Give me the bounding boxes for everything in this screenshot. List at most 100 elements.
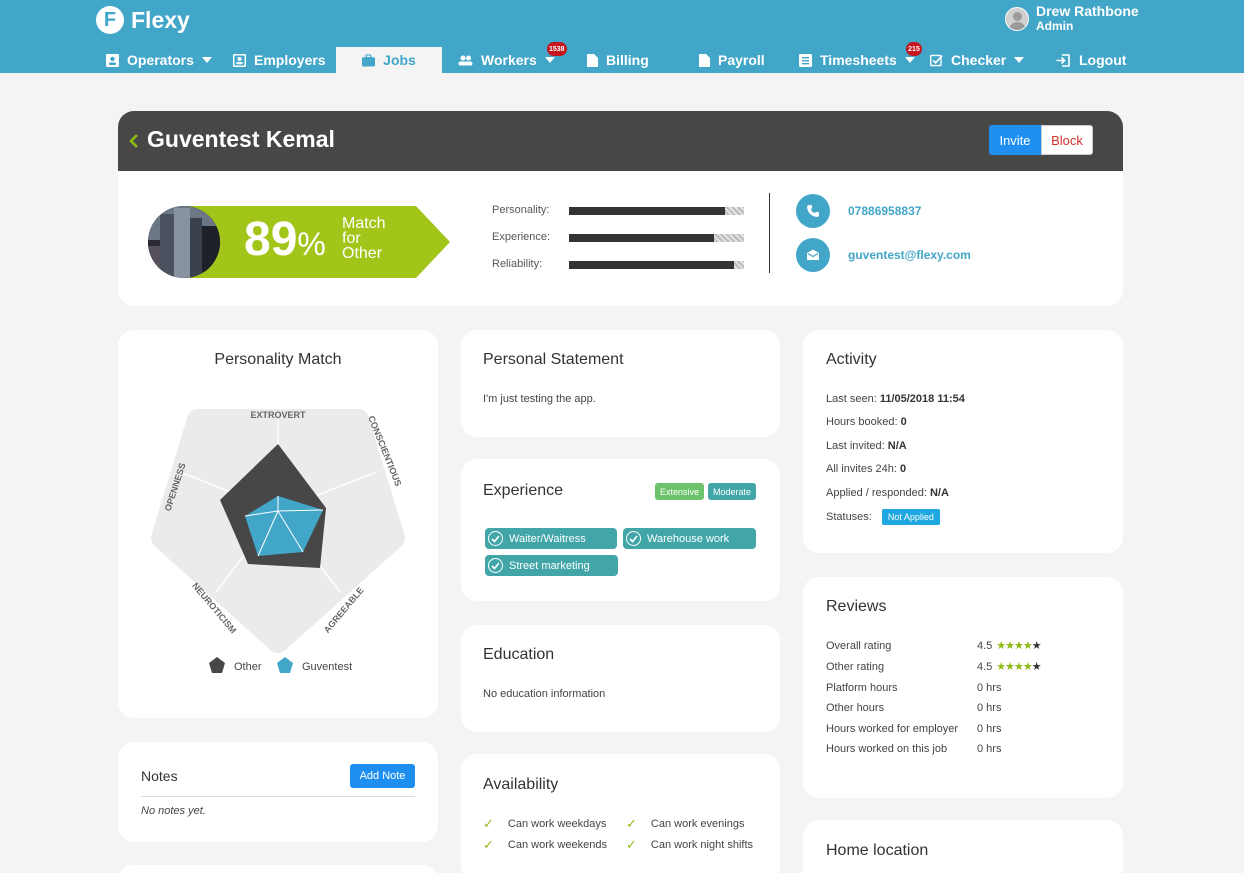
axis-label-extrovert: EXTROVERT [250, 410, 306, 420]
nav-timesheets[interactable]: Timesheets 215 [799, 42, 922, 73]
match-caption-line: Match [342, 215, 386, 232]
phone-number[interactable]: 07886958837 [848, 204, 921, 218]
review-label: Platform hours [826, 682, 898, 694]
activity-value: 11/05/2018 11:54 [879, 393, 965, 405]
nav-checker[interactable]: Checker [930, 47, 1025, 73]
activity-label: Last seen: [826, 393, 877, 405]
nav-jobs[interactable]: Jobs [336, 47, 442, 73]
bar-track [569, 261, 744, 269]
statement-text: I'm just testing the app. [483, 393, 596, 405]
check-icon: ✓ [483, 837, 494, 852]
chevron-down-icon [1014, 57, 1025, 63]
notes-card: Notes Add Note No notes yet. [118, 742, 438, 842]
status-badge: Not Applied [881, 509, 940, 525]
personality-card: Personality Match EXTROVERT CONSCIENTIOU… [118, 330, 438, 718]
bar-label: Personality: [492, 204, 550, 216]
chevron-down-icon [544, 57, 555, 63]
envelope-icon [796, 238, 830, 272]
rating-value: 4.5 [977, 639, 993, 652]
activity-row: Last invited: N/A [826, 440, 907, 452]
bar-fill [569, 207, 725, 215]
file-icon [699, 53, 710, 67]
chevron-down-icon [201, 57, 212, 63]
education-text: No education information [483, 688, 606, 700]
user-role: Admin [1036, 19, 1074, 33]
avatar [1005, 7, 1029, 31]
main-nav: Operators Employers Jobs Workers 1538 Bi… [0, 42, 1244, 73]
card-title: Reviews [826, 598, 887, 615]
bar-track [569, 207, 744, 215]
availability-item: ✓ Can work weekdays [483, 816, 606, 832]
availability-label: Can work weekends [507, 839, 607, 851]
experience-item: Waiter/Waitress [485, 528, 617, 549]
match-percent: 89% [244, 210, 326, 274]
activity-value: N/A [929, 487, 949, 499]
legend-label-other: Other [234, 661, 262, 673]
timesheets-count-badge: 215 [906, 42, 922, 56]
nav-logout[interactable]: Logout [1056, 47, 1126, 73]
profile-header: Guventest Kemal Invite Block [118, 111, 1123, 171]
experience-item-label: Street marketing [509, 559, 590, 572]
logo[interactable]: F Flexy [96, 6, 190, 34]
divider [769, 193, 770, 273]
card-title: Activity [826, 351, 877, 368]
email-address[interactable]: guventest@flexy.com [848, 248, 971, 262]
bar-label: Experience: [492, 231, 551, 243]
legend-swatch-guventest [277, 657, 293, 673]
activity-row: Applied / responded: N/A [826, 487, 949, 499]
review-value: 4.5 ★★★★★ [977, 660, 1042, 674]
add-note-button[interactable]: Add Note [350, 764, 415, 788]
bar-track [569, 234, 744, 242]
chevron-down-icon [904, 57, 915, 63]
nav-label: Payroll [718, 52, 765, 68]
logout-icon [1056, 53, 1070, 67]
invite-button[interactable]: Invite [989, 125, 1041, 155]
user-name: Drew Rathbone [1036, 3, 1139, 19]
logo-mark: F [96, 6, 124, 34]
card-title: Experience [483, 482, 564, 499]
notes-empty-text: No notes yet. [141, 805, 206, 817]
back-chevron-icon[interactable] [128, 132, 142, 150]
rating-value: 4.5 [977, 660, 993, 673]
star-rating-icon: ★★★★★ [996, 661, 1041, 673]
activity-value: 0 [900, 463, 907, 475]
match-caption: Match for Other [342, 215, 386, 262]
nav-label: Employers [254, 52, 326, 68]
activity-label: Hours booked: [826, 416, 898, 428]
nav-label: Jobs [383, 52, 416, 68]
home-location-card: Home location [803, 820, 1123, 873]
activity-value: N/A [887, 440, 907, 452]
legend-label-guventest: Guventest [302, 661, 352, 673]
nav-label: Checker [951, 52, 1007, 68]
match-caption-line: Other [342, 245, 383, 262]
nav-billing[interactable]: Billing [587, 47, 649, 73]
review-label: Other hours [826, 702, 885, 714]
card-title: Education [483, 646, 555, 663]
experience-item-label: Warehouse work [647, 532, 730, 545]
list-icon [799, 53, 812, 67]
bar-fill [569, 261, 734, 269]
availability-item: ✓ Can work evenings [626, 816, 744, 832]
card-title: Home location [826, 842, 929, 859]
id-badge-icon [233, 53, 246, 67]
activity-label: Applied / responded: [826, 487, 927, 499]
bar-fill [569, 234, 715, 242]
file-icon [587, 53, 598, 67]
reviews-card: Reviews Overall rating 4.5 ★★★★★ Other ra… [803, 577, 1123, 798]
users-icon [458, 55, 473, 65]
education-card: Education No education information [461, 625, 780, 732]
nav-payroll[interactable]: Payroll [699, 47, 765, 73]
app-name: Flexy [131, 6, 190, 33]
divider [141, 796, 415, 797]
nav-employers[interactable]: Employers [233, 47, 326, 73]
workers-count-badge: 1538 [547, 42, 567, 56]
nav-workers[interactable]: Workers 1538 [458, 42, 567, 73]
nav-label: Operators [127, 52, 194, 68]
review-label: Other rating [826, 661, 885, 673]
nav-operators[interactable]: Operators [106, 47, 212, 73]
block-button[interactable]: Block [1041, 125, 1093, 155]
user-menu[interactable]: Drew Rathbone Admin [1005, 4, 1139, 34]
card-title: Availability [483, 776, 559, 793]
activity-label: Statuses: [826, 511, 872, 523]
nav-label: Logout [1079, 52, 1127, 68]
